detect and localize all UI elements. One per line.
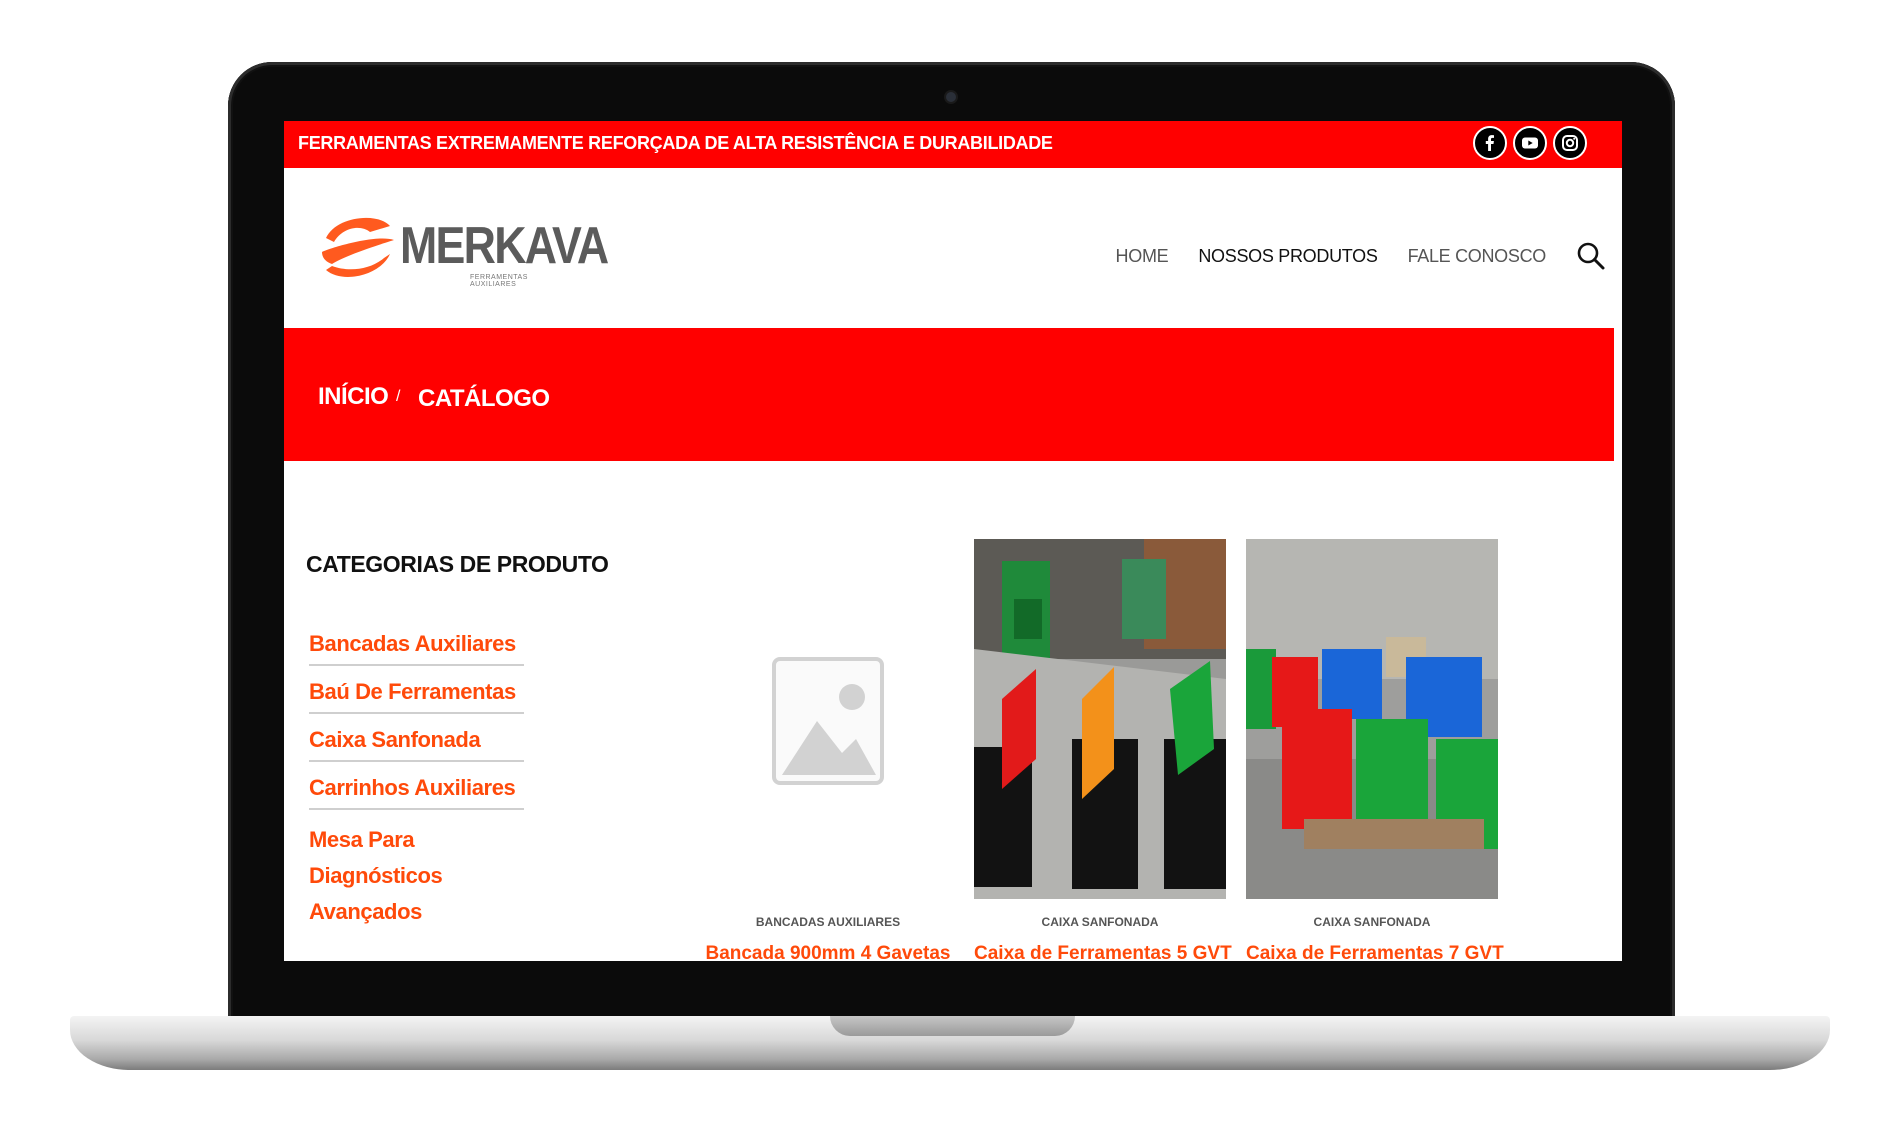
breadcrumb-current: CATÁLOGO	[418, 385, 550, 412]
toolbox-photo[interactable]	[1246, 539, 1498, 899]
social-links	[1473, 126, 1587, 160]
breadcrumb-banner: INÍCIO / CATÁLOGO	[284, 328, 1614, 461]
top-bar: FERRAMENTAS EXTREMAMENTE REFORÇADA DE AL…	[284, 121, 1622, 168]
product-title[interactable]: Bancada 900mm 4 Gavetas	[702, 943, 954, 961]
category-bau-de-ferramentas[interactable]: Baú De Ferramentas	[309, 674, 524, 714]
product-title[interactable]: Caixa de Ferramentas 7 GVT	[1246, 943, 1504, 961]
category-mesa-diagnosticos[interactable]: Mesa Para Diagnósticos Avançados	[309, 818, 524, 937]
site-header: MERKAVA FERRAMENTAS AUXILIARES HOME NOSS…	[284, 168, 1622, 328]
nav-home[interactable]: HOME	[1116, 246, 1169, 267]
product-category[interactable]: CAIXA SANFONADA	[1246, 915, 1498, 929]
nav-fale-conosco[interactable]: FALE CONOSCO	[1408, 246, 1547, 267]
logo-text: MERKAVA	[400, 217, 609, 275]
youtube-icon[interactable]	[1513, 126, 1547, 160]
logo-tagline: FERRAMENTAS AUXILIARES	[470, 274, 528, 288]
main-nav: HOME NOSSOS PRODUTOS FALE CONOSCO	[1116, 236, 1622, 276]
breadcrumb-inicio[interactable]: INÍCIO	[318, 383, 389, 411]
nav-nossos-produtos[interactable]: NOSSOS PRODUTOS	[1198, 246, 1378, 267]
product-card[interactable]: CAIXA SANFONADA Caixa de Ferramentas 7 G…	[1246, 539, 1504, 961]
camera-icon	[946, 92, 956, 102]
product-card[interactable]: BANCADAS AUXILIARES Bancada 900mm 4 Gave…	[702, 539, 954, 961]
top-bar-message: FERRAMENTAS EXTREMAMENTE REFORÇADA DE AL…	[298, 133, 1053, 153]
website-screen: FERRAMENTAS EXTREMAMENTE REFORÇADA DE AL…	[284, 121, 1622, 961]
product-card[interactable]: CAIXA SANFONADA Caixa de Ferramentas 5 G…	[974, 539, 1232, 961]
category-carrinhos-auxiliares[interactable]: Carrinhos Auxiliares	[309, 770, 524, 810]
product-category[interactable]: BANCADAS AUXILIARES	[702, 915, 954, 929]
toolbox-photo[interactable]	[974, 539, 1226, 899]
sidebar-title: CATEGORIAS DE PRODUTO	[306, 551, 609, 577]
merkava-logo[interactable]: MERKAVA FERRAMENTAS AUXILIARES	[318, 208, 609, 288]
category-caixa-sanfonada[interactable]: Caixa Sanfonada	[309, 722, 524, 762]
product-title[interactable]: Caixa de Ferramentas 5 GVT	[974, 943, 1232, 961]
facebook-icon[interactable]	[1473, 126, 1507, 160]
category-bancadas-auxiliares[interactable]: Bancadas Auxiliares	[309, 626, 524, 666]
product-category[interactable]: CAIXA SANFONADA	[974, 915, 1226, 929]
instagram-icon[interactable]	[1553, 126, 1587, 160]
search-icon[interactable]	[1576, 241, 1606, 271]
breadcrumb-separator: /	[396, 388, 400, 405]
category-list: Bancadas Auxiliares Baú De Ferramentas C…	[309, 626, 524, 945]
placeholder-icon[interactable]	[702, 539, 954, 899]
laptop-notch	[830, 1016, 1075, 1036]
